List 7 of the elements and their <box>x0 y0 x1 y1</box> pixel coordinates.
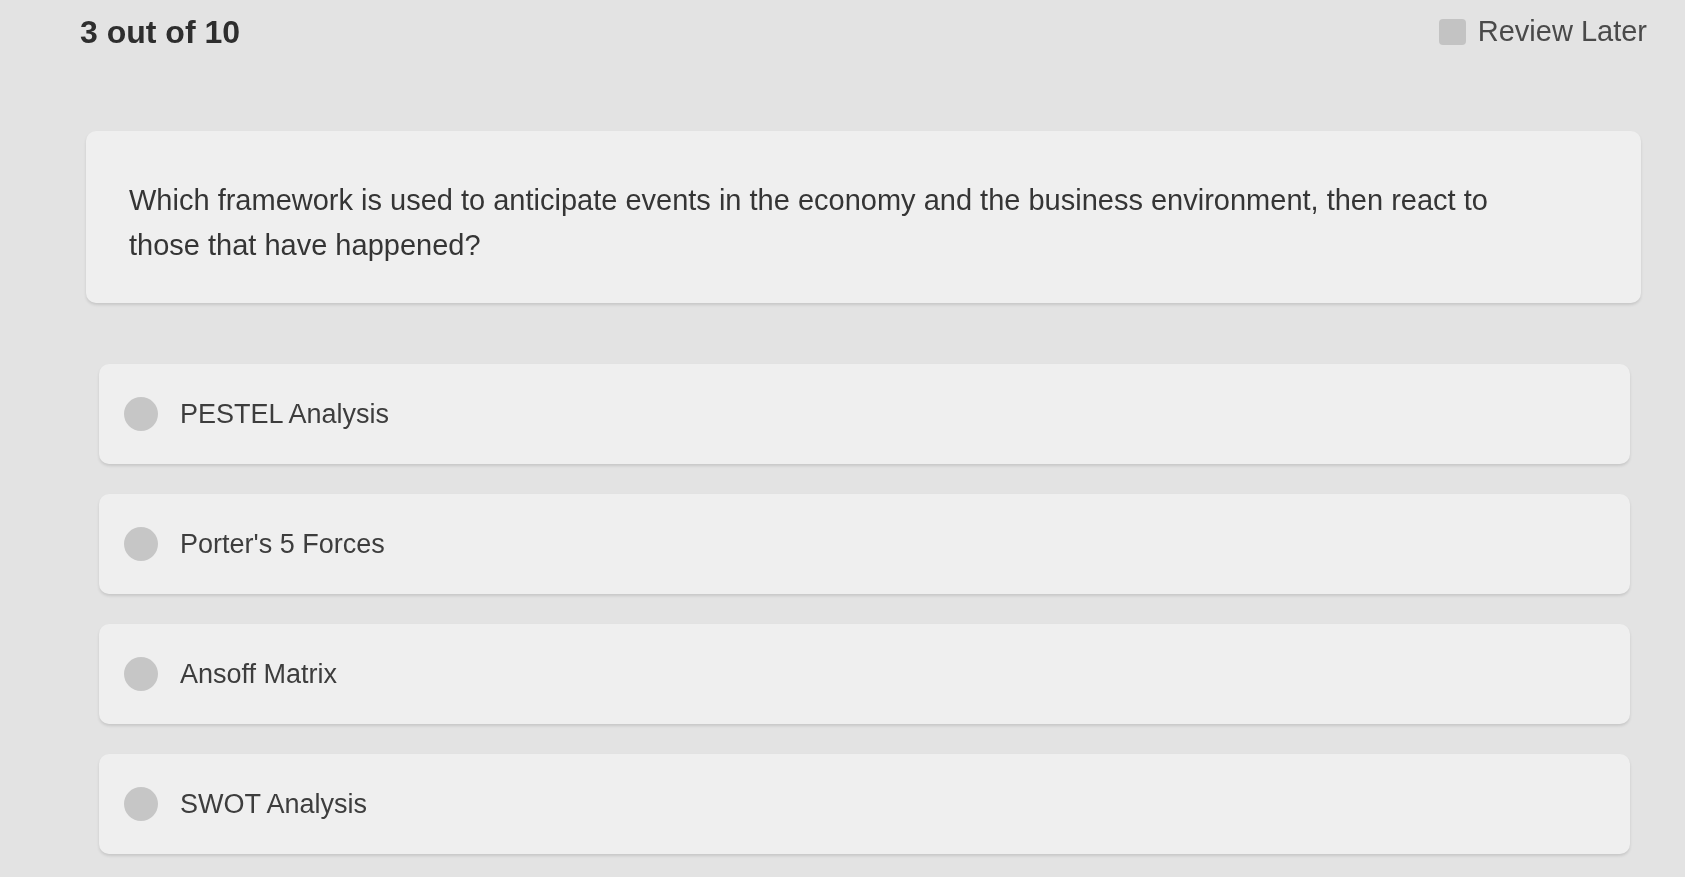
review-later-checkbox[interactable]: Review Later <box>1438 10 1647 54</box>
answer-option[interactable]: SWOT Analysis <box>99 754 1630 854</box>
answer-option[interactable]: Porter's 5 Forces <box>99 494 1630 594</box>
question-number-heading: 3 out of 10 <box>80 13 240 52</box>
answer-option[interactable]: Ansoff Matrix <box>99 624 1630 724</box>
answer-option[interactable]: PESTEL Analysis <box>99 364 1630 464</box>
question-text: Which framework is used to anticipate events in the economy and the business environment, then react to those that have happened? <box>129 183 1489 263</box>
